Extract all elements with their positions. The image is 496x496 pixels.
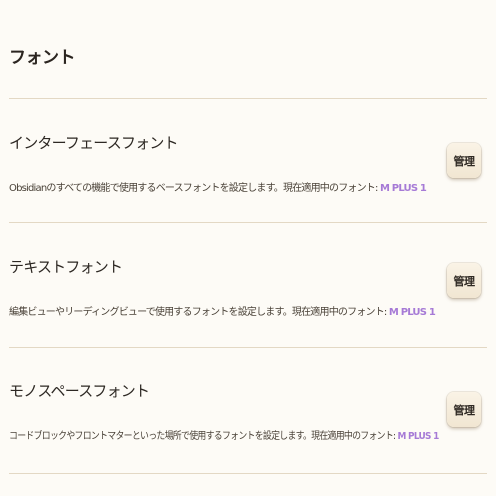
setting-text-font: テキストフォント 編集ビューやリーディングビューで使用するフォントを設定します。… xyxy=(0,222,496,347)
current-font-value: M PLUS 1 xyxy=(397,431,439,442)
manage-button[interactable]: 管理 xyxy=(447,143,481,178)
setting-description: Obsidianのすべての機能で使用するベースフォントを設定します。現在適用中の… xyxy=(9,179,427,194)
description-text: 編集ビューやリーディングビューで使用するフォントを設定します。現在適用中のフォン… xyxy=(9,307,389,318)
current-font-value: M PLUS 1 xyxy=(388,307,436,318)
setting-monospace-font: モノスペースフォント コードブロックやフロントマターといった場所で使用するフォン… xyxy=(0,347,496,473)
manage-button[interactable]: 管理 xyxy=(447,263,481,298)
section-title: フォント xyxy=(9,48,76,68)
description-text: Obsidianのすべての機能で使用するベースフォントを設定します。現在適用中の… xyxy=(9,183,380,194)
setting-description: 編集ビューやリーディングビューで使用するフォントを設定します。現在適用中のフォン… xyxy=(9,303,436,318)
settings-page: フォント インターフェースフォント Obsidianのすべての機能で使用するベー… xyxy=(0,0,496,496)
setting-name: モノスペースフォント xyxy=(9,382,150,400)
setting-name: テキストフォント xyxy=(9,258,123,276)
current-font-value: M PLUS 1 xyxy=(379,183,427,194)
description-text: コードブロックやフロントマターといった場所で使用するフォントを設定します。現在適… xyxy=(9,431,398,442)
divider xyxy=(9,473,487,474)
setting-interface-font: インターフェースフォント Obsidianのすべての機能で使用するベースフォント… xyxy=(0,98,496,215)
setting-description: コードブロックやフロントマターといった場所で使用するフォントを設定します。現在適… xyxy=(9,427,439,442)
manage-button[interactable]: 管理 xyxy=(447,392,481,427)
setting-name: インターフェースフォント xyxy=(9,134,179,152)
